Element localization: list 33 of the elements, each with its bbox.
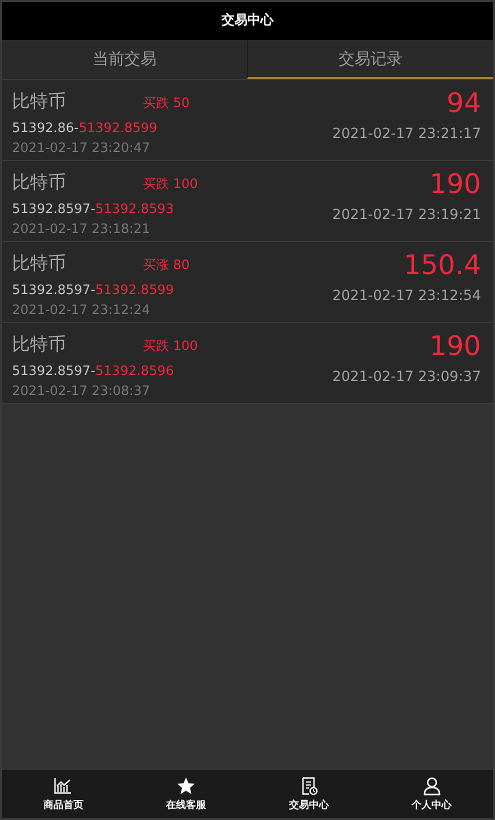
profit-amount: 190 xyxy=(428,169,481,202)
close-time: 2021-02-17 23:12:54 xyxy=(332,287,481,306)
price-range: 51392.8597-51392.8599 xyxy=(12,282,175,300)
coin-name: 比特币 xyxy=(12,171,67,195)
price-range: 51392.8597-51392.8596 xyxy=(12,363,175,381)
trade-direction: 买跌 100 xyxy=(143,339,198,354)
close-time: 2021-02-17 23:19:21 xyxy=(332,206,481,226)
coin-name: 比特币 xyxy=(12,90,67,114)
nav-item[interactable]: 个人中心 xyxy=(370,770,493,818)
coin-name: 比特币 xyxy=(12,333,67,357)
page-title: 交易中心 xyxy=(222,12,274,30)
star-icon xyxy=(176,776,196,796)
trade-direction: 买跌 100 xyxy=(143,177,198,192)
open-time: 2021-02-17 23:18:21 xyxy=(12,220,152,238)
close-time: 2021-02-17 23:09:37 xyxy=(332,368,481,388)
open-time: 2021-02-17 23:20:47 xyxy=(12,140,152,158)
open-time: 2021-02-17 23:08:37 xyxy=(12,382,152,400)
close-time: 2021-02-17 23:21:17 xyxy=(332,125,481,144)
price-range: 51392.86-51392.8599 xyxy=(12,120,158,138)
price-range: 51392.8597-51392.8593 xyxy=(12,201,175,219)
person-icon xyxy=(422,776,442,796)
chart-icon xyxy=(53,776,74,796)
tab[interactable]: 当前交易 xyxy=(2,40,247,79)
nav-item[interactable]: 商品首页 xyxy=(2,770,125,818)
nav-item[interactable]: 在线客服 xyxy=(124,770,248,818)
trade-direction: 买跌 50 xyxy=(143,96,190,111)
profit-amount: 190 xyxy=(428,331,481,364)
profit-amount: 94 xyxy=(446,88,481,120)
nav-item[interactable]: 交易中心 xyxy=(248,770,370,818)
open-time: 2021-02-17 23:12:24 xyxy=(12,302,152,320)
coin-name: 比特币 xyxy=(12,252,67,276)
profit-amount: 150.4 xyxy=(402,250,481,282)
trade-direction: 买涨 80 xyxy=(143,258,190,273)
